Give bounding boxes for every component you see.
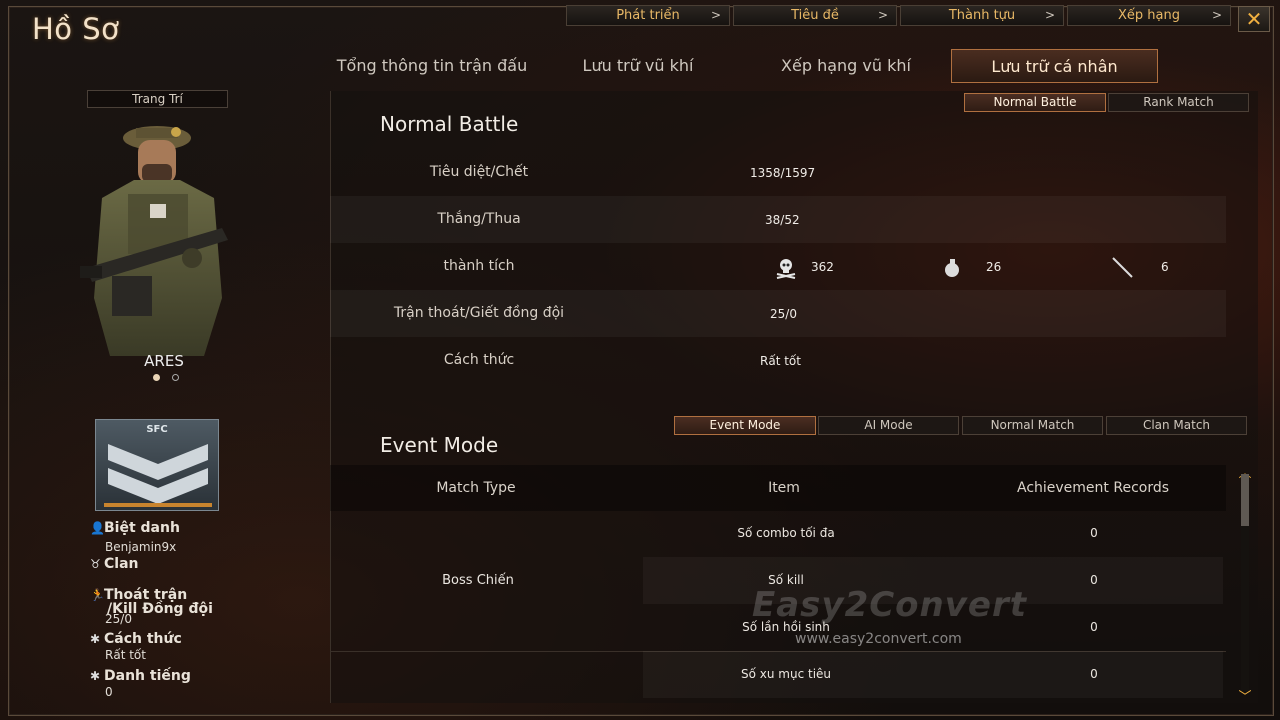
tab-weapon-ranking[interactable]: Xếp hạng vũ khí: [760, 49, 932, 83]
pager-dot-active[interactable]: [153, 374, 160, 381]
stat-value: 38/52: [765, 213, 800, 227]
event-mode-title: Event Mode: [380, 433, 499, 457]
nav-tieu-de[interactable]: Tiêu đề >: [733, 5, 897, 26]
character-name: ARES: [144, 352, 184, 370]
record-cell: 0: [1090, 620, 1098, 634]
nav-label: Thành tựu: [948, 8, 1016, 23]
stat-row-manner: Cách thức Rất tốt: [330, 337, 1226, 384]
item-cell: Số combo tối đa: [737, 526, 835, 540]
record-cell: 0: [1090, 667, 1098, 681]
chevron-right-icon: >: [877, 8, 888, 22]
normal-battle-title: Normal Battle: [380, 112, 519, 136]
clan-label: ♉ Clan: [90, 556, 139, 572]
manner-value: Rất tốt: [105, 648, 146, 662]
manner-label-text: Cách thức: [104, 631, 182, 647]
nickname-label: 👤Biệt danh: [90, 520, 180, 536]
stat-label: Thắng/Thua: [437, 211, 521, 227]
column-item: Item: [768, 480, 800, 496]
nav-label: Tiêu đề: [791, 8, 839, 23]
column-match-type: Match Type: [436, 480, 516, 496]
tab-weapon-archive[interactable]: Lưu trữ vũ khí: [560, 49, 716, 83]
close-icon: ✕: [1245, 7, 1263, 31]
stat-value: 25/0: [770, 307, 797, 321]
window-title: Hồ Sơ: [32, 12, 120, 46]
stat-row-kd: Tiêu diệt/Chết 1358/1597: [330, 149, 1226, 196]
stat-label: Tiêu diệt/Chết: [429, 164, 529, 180]
manner-label: ✱ Cách thức: [90, 631, 182, 647]
clan-label-text: Clan: [104, 556, 139, 572]
rank-badge-text: SFC: [146, 424, 168, 435]
nav-label: Xếp hạng: [1118, 8, 1180, 23]
record-cell: 0: [1090, 526, 1098, 540]
item-cell: Số xu mục tiêu: [740, 667, 832, 681]
clan-match-button[interactable]: Clan Match: [1106, 416, 1247, 435]
watermark-brand: Easy2Convert: [752, 585, 1027, 625]
stat-label: Trận thoát/Giết đồng đội: [393, 305, 565, 321]
clan-icon: ♉: [90, 557, 101, 571]
chevron-right-icon: >: [710, 8, 721, 22]
knife-icon: [1112, 257, 1133, 278]
character-portrait: [80, 126, 228, 356]
gear-flower-icon: ✱: [90, 632, 101, 646]
tab-personal-archive[interactable]: Lưu trữ cá nhân: [951, 49, 1158, 83]
reputation-value: 0: [105, 685, 113, 699]
nav-thanh-tuu[interactable]: Thành tựu >: [900, 5, 1064, 26]
stat-value: 1358/1597: [750, 166, 816, 180]
skull-icon: [776, 259, 796, 279]
stat-label: Cách thức: [443, 352, 515, 368]
skull-count: 362: [811, 260, 834, 274]
record-cell: 0: [1090, 573, 1098, 587]
escape-value: 25/0: [105, 612, 132, 626]
decoration-button[interactable]: Trang Trí: [87, 90, 228, 108]
rank-match-button[interactable]: Rank Match: [1108, 93, 1249, 112]
watermark-url: www.easy2convert.com: [795, 631, 962, 647]
stat-value: Rất tốt: [760, 354, 801, 368]
reputation-label: ✱ Danh tiếng: [90, 668, 191, 684]
stat-label: thành tích: [443, 258, 515, 274]
stat-row-escape: Trận thoát/Giết đồng đội 25/0: [330, 290, 1226, 337]
rank-badge: SFC: [95, 419, 219, 511]
nav-phat-trien[interactable]: Phát triển >: [566, 5, 730, 26]
running-man-icon: 🏃: [90, 588, 105, 602]
chevron-right-icon: >: [1044, 8, 1055, 22]
grenade-count: 26: [986, 260, 1002, 274]
normal-match-button[interactable]: Normal Match: [962, 416, 1103, 435]
pager-dot[interactable]: [172, 374, 179, 381]
ai-mode-button[interactable]: AI Mode: [818, 416, 959, 435]
scrollbar-thumb[interactable]: [1241, 474, 1249, 526]
tab-match-overview[interactable]: Tổng thông tin trận đấu: [318, 49, 546, 83]
chevron-rank-icon: [108, 444, 208, 504]
nav-xep-hang[interactable]: Xếp hạng >: [1067, 5, 1231, 26]
rank-progress-bar: [104, 503, 212, 507]
stat-row-winloss: Thắng/Thua 38/52: [330, 196, 1226, 243]
nav-label: Phát triển: [616, 8, 680, 23]
close-button[interactable]: ✕: [1238, 6, 1270, 32]
column-achievement-records: Achievement Records: [1016, 480, 1170, 496]
scroll-down-icon[interactable]: ﹀: [1235, 686, 1255, 705]
tab-bar: Tổng thông tin trận đấu Lưu trữ vũ khí X…: [0, 49, 1280, 83]
event-mode-button[interactable]: Event Mode: [674, 416, 816, 435]
stat-row-achievements: thành tích 362 26 6: [330, 243, 1226, 290]
knife-count: 6: [1161, 260, 1169, 274]
gear-flower-icon: ✱: [90, 669, 101, 683]
user-icon: 👤: [90, 521, 105, 535]
top-nav: Phát triển > Tiêu đề > Thành tựu > Xếp hạng…: [566, 5, 1234, 27]
match-type-cell: Boss Chiến: [442, 573, 514, 588]
grenade-icon: [945, 259, 959, 277]
chevron-right-icon: >: [1211, 8, 1222, 22]
nickname-label-text: Biệt danh: [104, 520, 180, 536]
table-header: Match Type Item Achievement Records: [330, 465, 1226, 511]
normal-battle-button[interactable]: Normal Battle: [964, 93, 1106, 112]
nickname-value: Benjamin9x: [105, 540, 177, 554]
reputation-label-text: Danh tiếng: [104, 668, 191, 684]
character-pager: [150, 374, 190, 384]
